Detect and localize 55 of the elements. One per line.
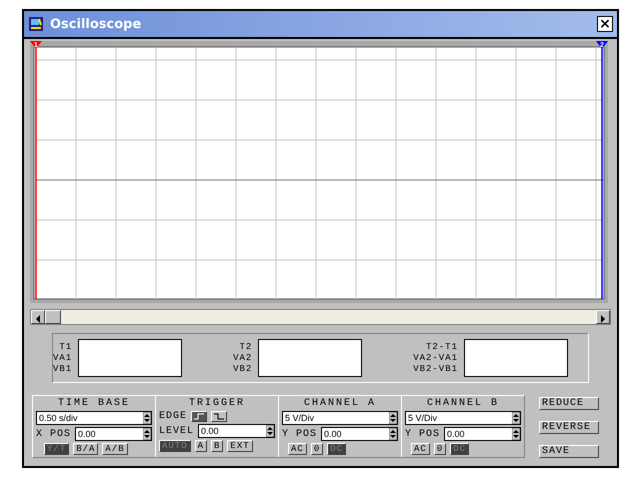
- mode-button[interactable]: AC: [288, 443, 307, 455]
- value-field[interactable]: 0.00: [444, 427, 521, 441]
- readout-label: VB2: [233, 364, 252, 374]
- field-label: Y POS: [282, 428, 318, 440]
- mode-button[interactable]: A: [194, 440, 208, 452]
- mode-button[interactable]: B: [211, 440, 224, 452]
- value-field[interactable]: 0.50 s/div: [36, 411, 152, 425]
- mode-button[interactable]: 0: [434, 443, 446, 455]
- group-title: TIME BASE: [56, 398, 131, 409]
- readout-label: T1: [59, 342, 72, 352]
- mode-button[interactable]: 0: [310, 443, 324, 455]
- value-field[interactable]: 5 V/Div: [405, 411, 521, 425]
- value-field[interactable]: 5 V/Div: [282, 411, 398, 425]
- mode-button[interactable]: B/A: [73, 443, 98, 455]
- scroll-right-icon[interactable]: [596, 310, 610, 324]
- readout-label: VA2: [233, 352, 252, 364]
- action-button[interactable]: REVERSE: [539, 421, 599, 434]
- edge-button[interactable]: [191, 411, 208, 422]
- mode-button[interactable]: A/B: [102, 443, 128, 455]
- readout-label: T2: [239, 342, 252, 352]
- scroll-left-icon[interactable]: [31, 310, 45, 324]
- value-field[interactable]: 0.00: [321, 427, 398, 441]
- spinner-icon[interactable]: [512, 428, 520, 440]
- edge-button[interactable]: [211, 411, 228, 422]
- field-label: X POS: [36, 428, 72, 440]
- field-label: LEVEL: [159, 426, 194, 436]
- group-title: CHANNEL B: [426, 398, 500, 409]
- spinner-icon[interactable]: [143, 428, 151, 440]
- mode-button[interactable]: EXT: [227, 440, 253, 452]
- group-title: TRIGGER: [188, 398, 246, 409]
- mode-button[interactable]: AC: [411, 443, 430, 455]
- action-button[interactable]: SAVE: [539, 445, 599, 458]
- scroll-thumb[interactable]: [45, 310, 61, 324]
- rising-edge-icon: [194, 413, 204, 420]
- field-label: Y POS: [405, 428, 440, 440]
- spinner-icon[interactable]: [266, 425, 274, 437]
- readout-label: VA1: [53, 352, 72, 364]
- group-title: CHANNEL A: [302, 398, 377, 409]
- readout-label: VA2-VA1: [413, 352, 458, 364]
- field-label: EDGE: [159, 411, 188, 422]
- app-icon: [28, 16, 44, 32]
- readout-label: VB1: [53, 364, 72, 374]
- falling-edge-icon: [214, 413, 224, 420]
- spinner-icon[interactable]: [389, 428, 397, 440]
- spinner-icon[interactable]: [389, 412, 397, 424]
- readout-label: VB2-VB1: [413, 364, 458, 374]
- spinner-icon[interactable]: [512, 412, 520, 424]
- horizontal-scrollbar[interactable]: [30, 309, 611, 325]
- readout-label: T2-T1: [426, 342, 458, 352]
- spinner-icon[interactable]: [143, 412, 151, 424]
- window-title: Oscilloscope: [50, 16, 142, 32]
- close-button[interactable]: ×: [597, 16, 613, 32]
- value-field[interactable]: 0.00: [198, 424, 275, 438]
- action-button[interactable]: REDUCE: [539, 397, 599, 410]
- value-field[interactable]: 0.00: [75, 427, 152, 441]
